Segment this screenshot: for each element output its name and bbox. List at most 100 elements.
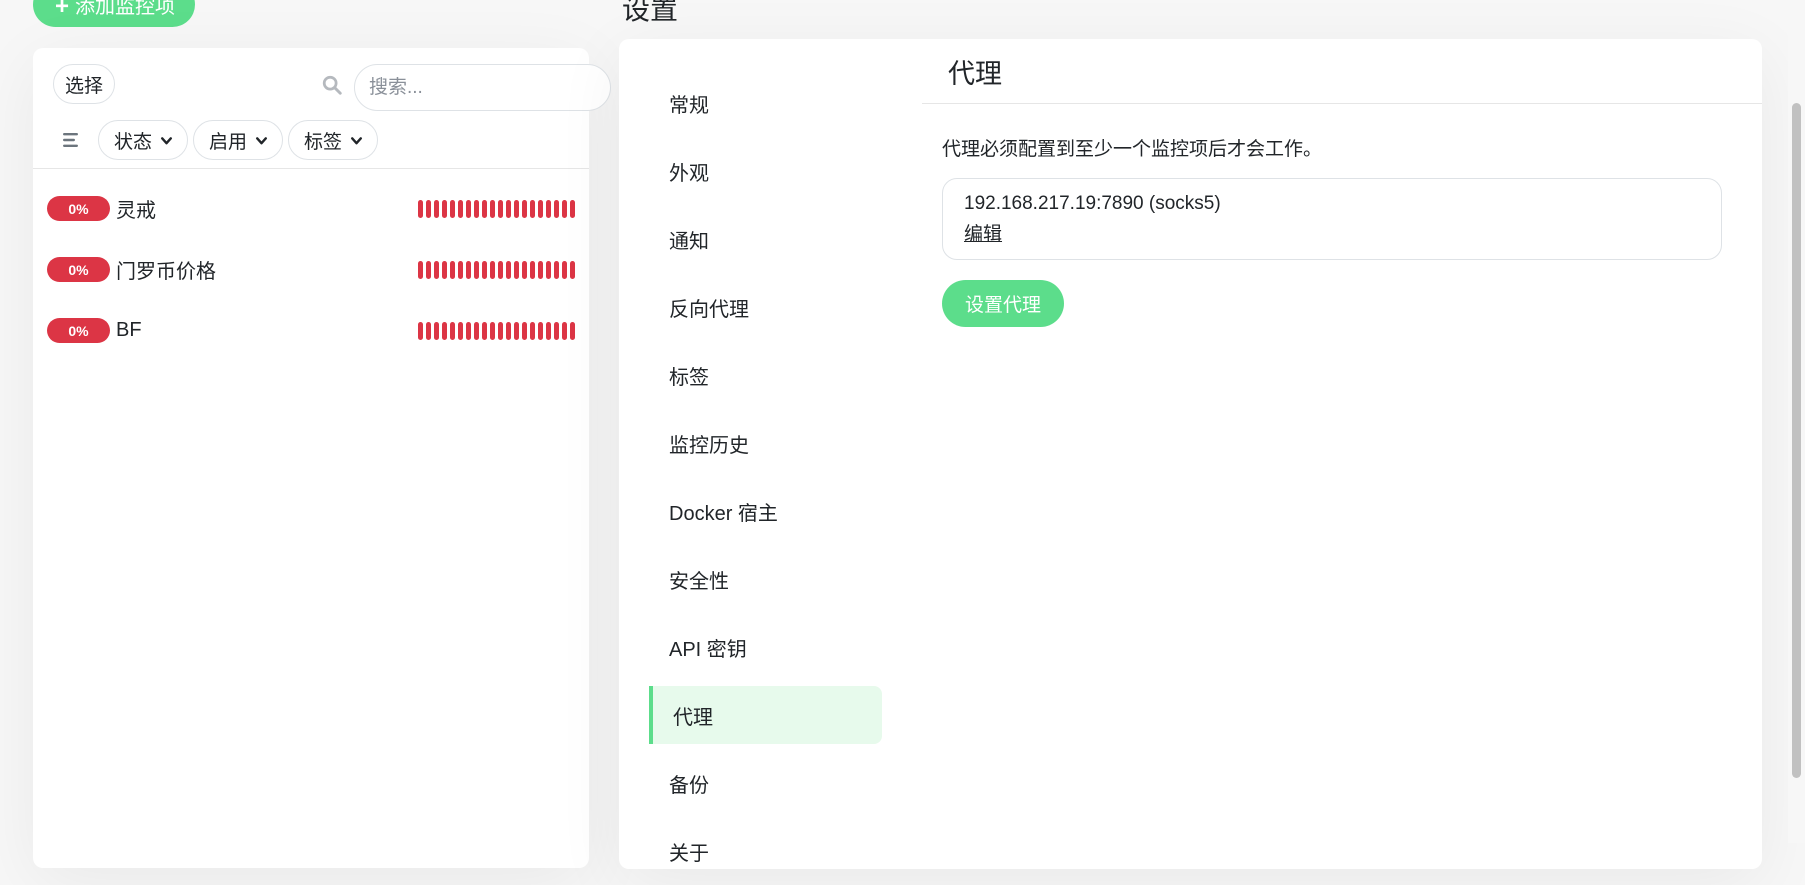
heartbeat-beat	[474, 260, 479, 279]
monitor-name: 门罗币价格	[116, 261, 216, 283]
settings-section-title: 代理	[922, 39, 1762, 104]
search-icon	[322, 75, 342, 95]
heartbeat-beat	[474, 321, 479, 340]
uptime-badge: 0%	[47, 196, 110, 221]
heartbeat-beat	[450, 199, 455, 218]
heartbeat-beat	[514, 321, 519, 340]
proxy-settings-body: 代理必须配置到至少一个监控项后才会工作。 192.168.217.19:7890…	[922, 104, 1762, 327]
heartbeat-beat	[570, 321, 575, 340]
proxy-item: 192.168.217.19:7890 (socks5) 编辑	[942, 178, 1722, 260]
heartbeat-beat	[442, 199, 447, 218]
monitor-list-toolbar: 选择	[53, 64, 611, 111]
search-input[interactable]	[354, 64, 611, 111]
heartbeat-beat	[442, 321, 447, 340]
heartbeat-beat	[426, 199, 431, 218]
filter-status-label: 状态	[114, 131, 153, 153]
heartbeat-beat	[562, 321, 567, 340]
filter-active-dropdown[interactable]: 启用	[193, 120, 284, 160]
settings-menu-security[interactable]: 安全性	[649, 545, 882, 613]
heartbeat-beat	[546, 199, 551, 218]
select-button[interactable]: 选择	[53, 64, 115, 104]
heartbeat-beat	[466, 321, 471, 340]
list-icon[interactable]	[53, 120, 89, 160]
heartbeat-bar	[418, 199, 575, 218]
heartbeat-beat	[498, 321, 503, 340]
page-title: 设置	[622, 0, 679, 25]
heartbeat-beat	[522, 199, 527, 218]
chevron-down-icon	[160, 136, 173, 144]
heartbeat-beat	[546, 260, 551, 279]
settings-menu-general[interactable]: 常规	[649, 69, 882, 137]
heartbeat-beat	[506, 321, 511, 340]
heartbeat-beat	[554, 260, 559, 279]
heartbeat-beat	[522, 321, 527, 340]
settings-panel: 常规 外观 通知 反向代理 标签 监控历史 Docker 宿主 安全性 API …	[619, 39, 1762, 869]
settings-menu-notifications[interactable]: 通知	[649, 205, 882, 273]
heartbeat-beat	[466, 260, 471, 279]
page-scrollbar[interactable]	[1788, 0, 1805, 843]
monitor-list: 0% 灵戒 0% 门罗币价格 0% BF	[47, 178, 577, 361]
settings-menu-docker-hosts[interactable]: Docker 宿主	[649, 477, 882, 545]
settings-menu: 常规 外观 通知 反向代理 标签 监控历史 Docker 宿主 安全性 API …	[649, 69, 882, 885]
settings-menu-backup[interactable]: 备份	[649, 749, 882, 817]
monitor-name: 灵戒	[116, 200, 156, 222]
filter-tags-label: 标签	[304, 131, 343, 153]
setup-proxy-button[interactable]: 设置代理	[942, 280, 1064, 327]
uptime-badge: 0%	[47, 318, 110, 343]
heartbeat-beat	[482, 199, 487, 218]
scrollbar-thumb[interactable]	[1792, 103, 1801, 778]
heartbeat-beat	[442, 260, 447, 279]
proxy-description: 代理必须配置到至少一个监控项后才会工作。	[942, 139, 1323, 160]
heartbeat-beat	[514, 260, 519, 279]
heartbeat-beat	[474, 199, 479, 218]
settings-menu-api-keys[interactable]: API 密钥	[649, 613, 882, 681]
heartbeat-beat	[538, 321, 543, 340]
heartbeat-beat	[562, 260, 567, 279]
heartbeat-beat	[418, 321, 423, 340]
heartbeat-beat	[570, 199, 575, 218]
heartbeat-beat	[530, 260, 535, 279]
filter-bar: 状态 启用 标签	[53, 118, 379, 162]
heartbeat-beat	[450, 321, 455, 340]
edit-proxy-link[interactable]: 编辑	[964, 219, 1002, 246]
heartbeat-beat	[434, 260, 439, 279]
monitor-item[interactable]: 0% 灵戒	[47, 178, 577, 239]
heartbeat-bar	[418, 260, 575, 279]
settings-menu-reverse-proxy[interactable]: 反向代理	[649, 273, 882, 341]
settings-menu-monitor-history[interactable]: 监控历史	[649, 409, 882, 477]
heartbeat-beat	[498, 199, 503, 218]
chevron-down-icon	[256, 136, 268, 144]
monitor-item[interactable]: 0% 门罗币价格	[47, 239, 577, 300]
heartbeat-bar	[418, 321, 575, 340]
heartbeat-beat	[418, 199, 423, 218]
heartbeat-beat	[546, 321, 551, 340]
monitor-name: BF	[116, 319, 142, 341]
settings-content: 代理 代理必须配置到至少一个监控项后才会工作。 192.168.217.19:7…	[922, 39, 1762, 327]
filter-tags-dropdown[interactable]: 标签	[288, 120, 379, 160]
settings-menu-about[interactable]: 关于	[649, 817, 882, 885]
heartbeat-beat	[418, 260, 423, 279]
monitor-item[interactable]: 0% BF	[47, 300, 577, 361]
heartbeat-beat	[426, 321, 431, 340]
filter-status-dropdown[interactable]: 状态	[98, 120, 189, 160]
heartbeat-beat	[554, 321, 559, 340]
heartbeat-beat	[434, 199, 439, 218]
settings-menu-appearance[interactable]: 外观	[649, 137, 882, 205]
settings-menu-proxies[interactable]: 代理	[649, 686, 882, 744]
proxy-address: 192.168.217.19:7890 (socks5)	[964, 193, 1221, 214]
heartbeat-beat	[530, 321, 535, 340]
add-monitor-button[interactable]: + 添加监控项	[33, 0, 196, 27]
heartbeat-beat	[538, 260, 543, 279]
heartbeat-beat	[450, 260, 455, 279]
heartbeat-beat	[506, 199, 511, 218]
heartbeat-beat	[530, 199, 535, 218]
heartbeat-beat	[554, 199, 559, 218]
heartbeat-beat	[570, 260, 575, 279]
heartbeat-beat	[490, 199, 495, 218]
settings-menu-tags[interactable]: 标签	[649, 341, 882, 409]
heartbeat-beat	[458, 321, 463, 340]
filter-active-label: 启用	[209, 131, 248, 153]
heartbeat-beat	[562, 199, 567, 218]
heartbeat-beat	[482, 321, 487, 340]
heartbeat-beat	[490, 321, 495, 340]
